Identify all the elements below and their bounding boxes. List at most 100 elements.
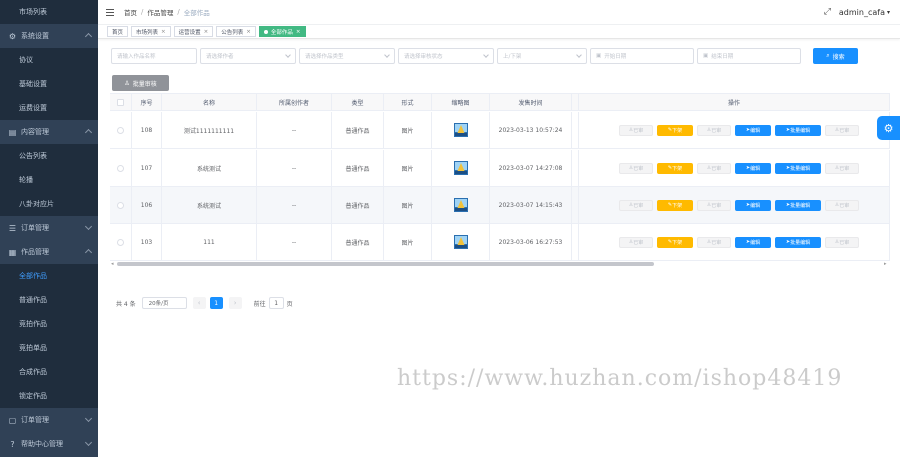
table-cell: [572, 112, 579, 148]
action-button-0[interactable]: ♙ 已审: [619, 124, 653, 136]
grid-icon: ▦: [8, 247, 17, 257]
close-icon[interactable]: ×: [296, 29, 301, 35]
search-field-2[interactable]: 请选择作品类型: [299, 48, 395, 64]
action-button-1[interactable]: ✎ 下架: [657, 124, 693, 136]
hamburger-icon[interactable]: [106, 8, 114, 16]
action-button-5[interactable]: ♙ 已审: [825, 162, 859, 174]
thumbnail-image[interactable]: [453, 122, 469, 138]
tag-label: 运营设置: [178, 29, 201, 36]
tag-2[interactable]: 运营设置 ×: [173, 26, 214, 37]
sidebar-item[interactable]: 公告列表: [0, 144, 98, 168]
sidebar-item[interactable]: 基础设置: [0, 72, 98, 96]
tag-1[interactable]: 市场列表 ×: [131, 26, 171, 37]
goto-page-input[interactable]: 1: [268, 297, 284, 309]
action-label: 下架: [672, 239, 683, 246]
action-button-5[interactable]: ♙ 已审: [825, 199, 859, 211]
sidebar-item[interactable]: 全部作品: [0, 264, 98, 288]
table-cell: [432, 187, 490, 223]
search-field-1[interactable]: 请选择作者: [200, 48, 296, 64]
search-button[interactable]: ⌕ 搜索: [813, 48, 858, 64]
table-row: 106 系统测试 -- 普通作品 图片 2023-03-07 14:15:43 ♙ 已审 ✎ …: [110, 187, 890, 224]
action-button-5[interactable]: ♙ 已审: [825, 124, 859, 136]
sidebar-item[interactable]: 合成作品: [0, 360, 98, 384]
action-button-4[interactable]: ➤ 批量编辑: [775, 199, 821, 211]
sidebar-item[interactable]: 市场列表: [0, 0, 98, 24]
row-checkbox[interactable]: [117, 126, 124, 134]
sidebar-item[interactable]: 运费设置: [0, 96, 98, 120]
page-number-current[interactable]: 1: [209, 297, 223, 309]
table-cell: 普通作品: [332, 112, 384, 148]
action-button-3[interactable]: ➤ 编辑: [735, 124, 771, 136]
sidebar-item[interactable]: ▤ 内容管理: [0, 120, 98, 144]
search-field-3[interactable]: 请选择审核状态: [398, 48, 494, 64]
table-row: 108 测试1111111111 -- 普通作品 图片 2023-03-13 10:57:…: [110, 112, 890, 149]
tag-4[interactable]: 全部作品 ×: [258, 26, 306, 37]
batch-review-button[interactable]: ♙ 批量审核: [112, 75, 169, 91]
table-scrollbar[interactable]: [117, 262, 654, 266]
page-size-select[interactable]: 20条/页: [141, 297, 187, 309]
breadcrumb-home[interactable]: 首页: [124, 7, 137, 17]
tag-0[interactable]: 首页: [107, 26, 129, 37]
sidebar-item[interactable]: 八卦对应片: [0, 192, 98, 216]
tag-3[interactable]: 公告列表 ×: [216, 26, 256, 37]
search-field-6[interactable]: ▣ 结束日期: [697, 48, 801, 64]
action-button-2[interactable]: ♙ 已审: [697, 199, 731, 211]
action-button-2[interactable]: ♙ 已审: [697, 162, 731, 174]
action-button-3[interactable]: ➤ 编辑: [735, 199, 771, 211]
sidebar-item-label: 合成作品: [19, 368, 47, 376]
action-button-1[interactable]: ✎ 下架: [657, 199, 693, 211]
header-cell: 所属创作者: [257, 94, 332, 110]
action-button-2[interactable]: ♙ 已审: [697, 236, 731, 248]
close-icon[interactable]: ×: [246, 29, 251, 35]
settings-float-button[interactable]: ⚙: [877, 116, 900, 140]
thumbnail-image[interactable]: [453, 160, 469, 176]
sidebar-item[interactable]: 锁定作品: [0, 384, 98, 408]
scroll-right-icon[interactable]: ▸: [884, 261, 887, 267]
action-button-1[interactable]: ✎ 下架: [657, 236, 693, 248]
action-button-4[interactable]: ➤ 批量编辑: [775, 162, 821, 174]
action-button-0[interactable]: ♙ 已审: [619, 199, 653, 211]
sidebar-item[interactable]: 轮播: [0, 168, 98, 192]
sidebar-item[interactable]: 普通作品: [0, 288, 98, 312]
action-button-5[interactable]: ♙ 已审: [825, 236, 859, 248]
sidebar-item[interactable]: ▦ 作品管理: [0, 240, 98, 264]
action-button-1[interactable]: ✎ 下架: [657, 162, 693, 174]
scroll-left-icon[interactable]: ◂: [111, 261, 114, 267]
user-menu[interactable]: admin_cafa: [839, 8, 885, 17]
row-checkbox[interactable]: [117, 201, 124, 209]
search-field-4[interactable]: 上/下架: [497, 48, 587, 64]
action-button-3[interactable]: ➤ 编辑: [735, 236, 771, 248]
close-icon[interactable]: ×: [161, 29, 166, 35]
sidebar-item[interactable]: 竞拍作品: [0, 312, 98, 336]
caret-down-icon[interactable]: ▾: [887, 9, 890, 16]
search-field-placeholder: 结束日期: [711, 54, 734, 60]
document-icon: ▤: [8, 127, 17, 137]
thumbnail-image[interactable]: [453, 234, 469, 250]
action-button-0[interactable]: ♙ 已审: [619, 236, 653, 248]
sidebar-item[interactable]: 竞拍单品: [0, 336, 98, 360]
search-field-0[interactable]: 请输入作品名称: [111, 48, 197, 64]
sidebar-item[interactable]: ▢ 订单管理: [0, 408, 98, 432]
breadcrumb-works[interactable]: 作品管理: [147, 7, 173, 17]
order-icon: ▢: [8, 415, 17, 425]
row-checkbox[interactable]: [117, 238, 124, 246]
select-all-checkbox[interactable]: [117, 98, 124, 106]
action-button-0[interactable]: ♙ 已审: [619, 162, 653, 174]
row-checkbox[interactable]: [117, 164, 124, 172]
next-page-button[interactable]: ›: [228, 297, 242, 309]
sidebar-item[interactable]: ⚙ 系统设置: [0, 24, 98, 48]
action-button-4[interactable]: ➤ 批量编辑: [775, 236, 821, 248]
fullscreen-icon[interactable]: ⤢: [824, 7, 831, 17]
sidebar-item[interactable]: ☰ 订单管理: [0, 216, 98, 240]
close-icon[interactable]: ×: [204, 29, 209, 35]
action-button-2[interactable]: ♙ 已审: [697, 124, 731, 136]
page-unit-label: 页: [286, 300, 293, 308]
action-button-3[interactable]: ➤ 编辑: [735, 162, 771, 174]
thumbnail-image[interactable]: [453, 197, 469, 213]
table-cell: 普通作品: [332, 150, 384, 186]
action-button-4[interactable]: ➤ 批量编辑: [775, 124, 821, 136]
prev-page-button[interactable]: ‹: [192, 297, 206, 309]
sidebar-item[interactable]: 协议: [0, 48, 98, 72]
sidebar-item[interactable]: ? 帮助中心管理: [0, 432, 98, 456]
search-field-5[interactable]: ▣ 开始日期: [590, 48, 694, 64]
